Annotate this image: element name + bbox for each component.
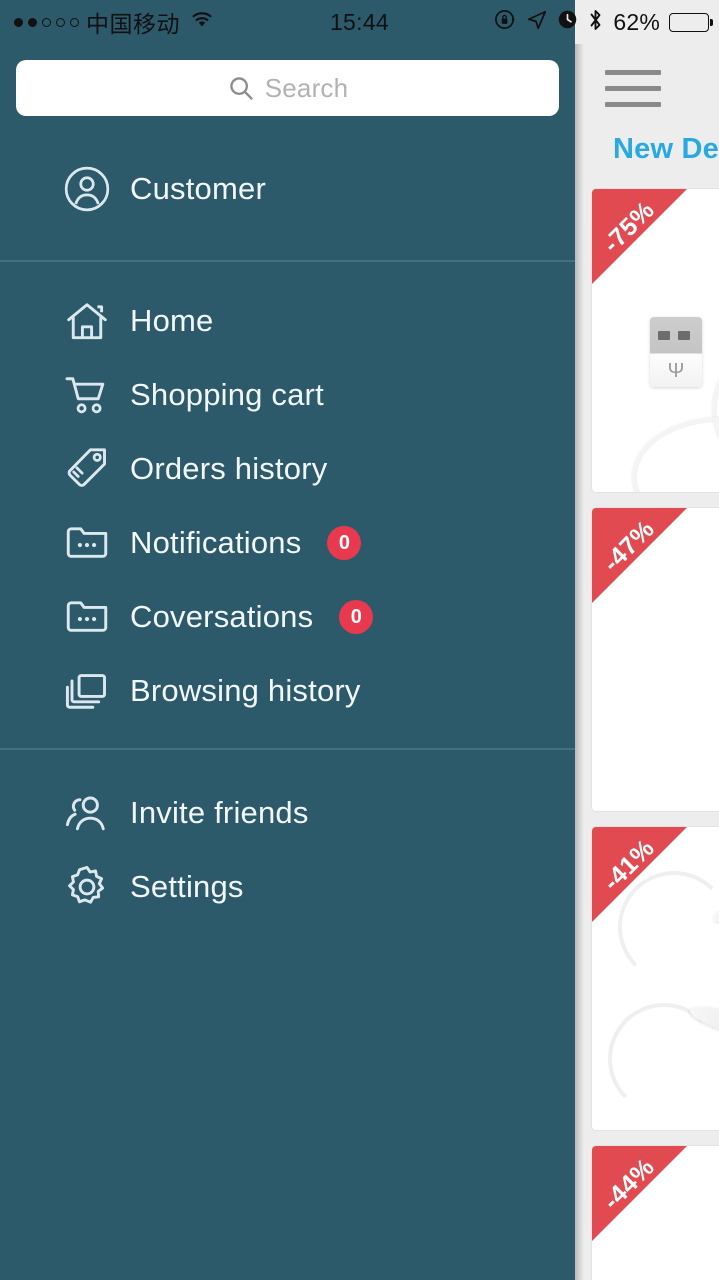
sidebar-item-home[interactable]: Home	[0, 284, 575, 358]
chat-bubble-icon	[62, 518, 118, 568]
sidebar-item-label: Coversations	[130, 599, 314, 634]
location-arrow-icon	[526, 9, 548, 36]
sidebar-item-label: Settings	[130, 869, 244, 904]
user-circle-icon	[62, 164, 118, 214]
deals-list: -75% -47%	[575, 188, 719, 1280]
status-badge: 0	[327, 526, 362, 560]
status-bar: 中国移动 15:44 62%	[0, 0, 719, 44]
rotation-lock-icon	[494, 8, 517, 36]
sidebar-item-label: Orders history	[130, 451, 328, 486]
stacked-windows-icon	[62, 666, 118, 716]
sidebar-item-label: Browsing history	[130, 673, 361, 708]
product-image-drone	[592, 827, 719, 1130]
sidebar-item-label: Shopping cart	[130, 377, 324, 412]
search-input[interactable]: Search	[16, 60, 559, 116]
sidebar-item-orders-history[interactable]: Orders history	[0, 432, 575, 506]
search-container: Search	[0, 44, 575, 116]
alarm-clock-icon	[557, 9, 578, 35]
sidebar-item-label: Customer	[130, 171, 266, 206]
product-image-hand-product	[592, 1146, 719, 1280]
sidebar-item-label: Invite friends	[130, 795, 309, 830]
sidebar-item-label: Notifications	[130, 525, 302, 560]
navigation-drawer: Search Customer Home Shopping cart Order…	[0, 0, 584, 1280]
bluetooth-icon	[587, 8, 604, 37]
search-icon	[227, 74, 255, 102]
sidebar-item-settings[interactable]: Settings	[0, 850, 575, 924]
price-tag-icon	[62, 444, 118, 494]
deal-card[interactable]: -75%	[591, 188, 719, 493]
sidebar-item-shopping-cart[interactable]: Shopping cart	[0, 358, 575, 432]
sidebar-item-notifications[interactable]: Notifications 0	[0, 506, 575, 580]
sidebar-item-invite-friends[interactable]: Invite friends	[0, 776, 575, 850]
gear-icon	[62, 862, 118, 912]
battery-icon	[669, 12, 713, 32]
app-screen: 中国移动 15:44 62% New De -75% Ψ -47% -41% -…	[0, 0, 719, 1280]
deal-card[interactable]: -44%	[591, 1145, 719, 1280]
home-icon	[62, 296, 118, 346]
main-content-panel: New Deals -75% -47%	[575, 0, 719, 1280]
drawer-account-section: Customer	[0, 116, 575, 260]
status-badge: 0	[339, 600, 374, 634]
two-people-icon	[62, 788, 118, 838]
sidebar-item-browsing-history[interactable]: Browsing history	[0, 654, 575, 728]
section-title-new-deals: New Deals	[613, 133, 719, 165]
sidebar-item-label: Home	[130, 303, 214, 338]
shopping-cart-icon	[62, 370, 118, 420]
sidebar-item-customer[interactable]: Customer	[0, 152, 575, 226]
product-image-usb-cables	[592, 189, 719, 492]
battery-percent-label: 62%	[613, 8, 660, 35]
drawer-footer-section: Invite friends Settings	[0, 750, 575, 924]
status-bar-right: 62%	[494, 0, 713, 44]
drawer-main-section: Home Shopping cart Orders history Notifi…	[0, 262, 575, 748]
sidebar-item-coversations[interactable]: Coversations 0	[0, 580, 575, 654]
hamburger-menu-icon[interactable]	[605, 70, 661, 107]
deal-card[interactable]: -41%	[591, 826, 719, 1131]
product-image-kettlebell	[592, 508, 719, 811]
chat-bubble-icon	[62, 592, 118, 642]
search-placeholder: Search	[264, 72, 349, 103]
deal-card[interactable]: -47%	[591, 507, 719, 812]
